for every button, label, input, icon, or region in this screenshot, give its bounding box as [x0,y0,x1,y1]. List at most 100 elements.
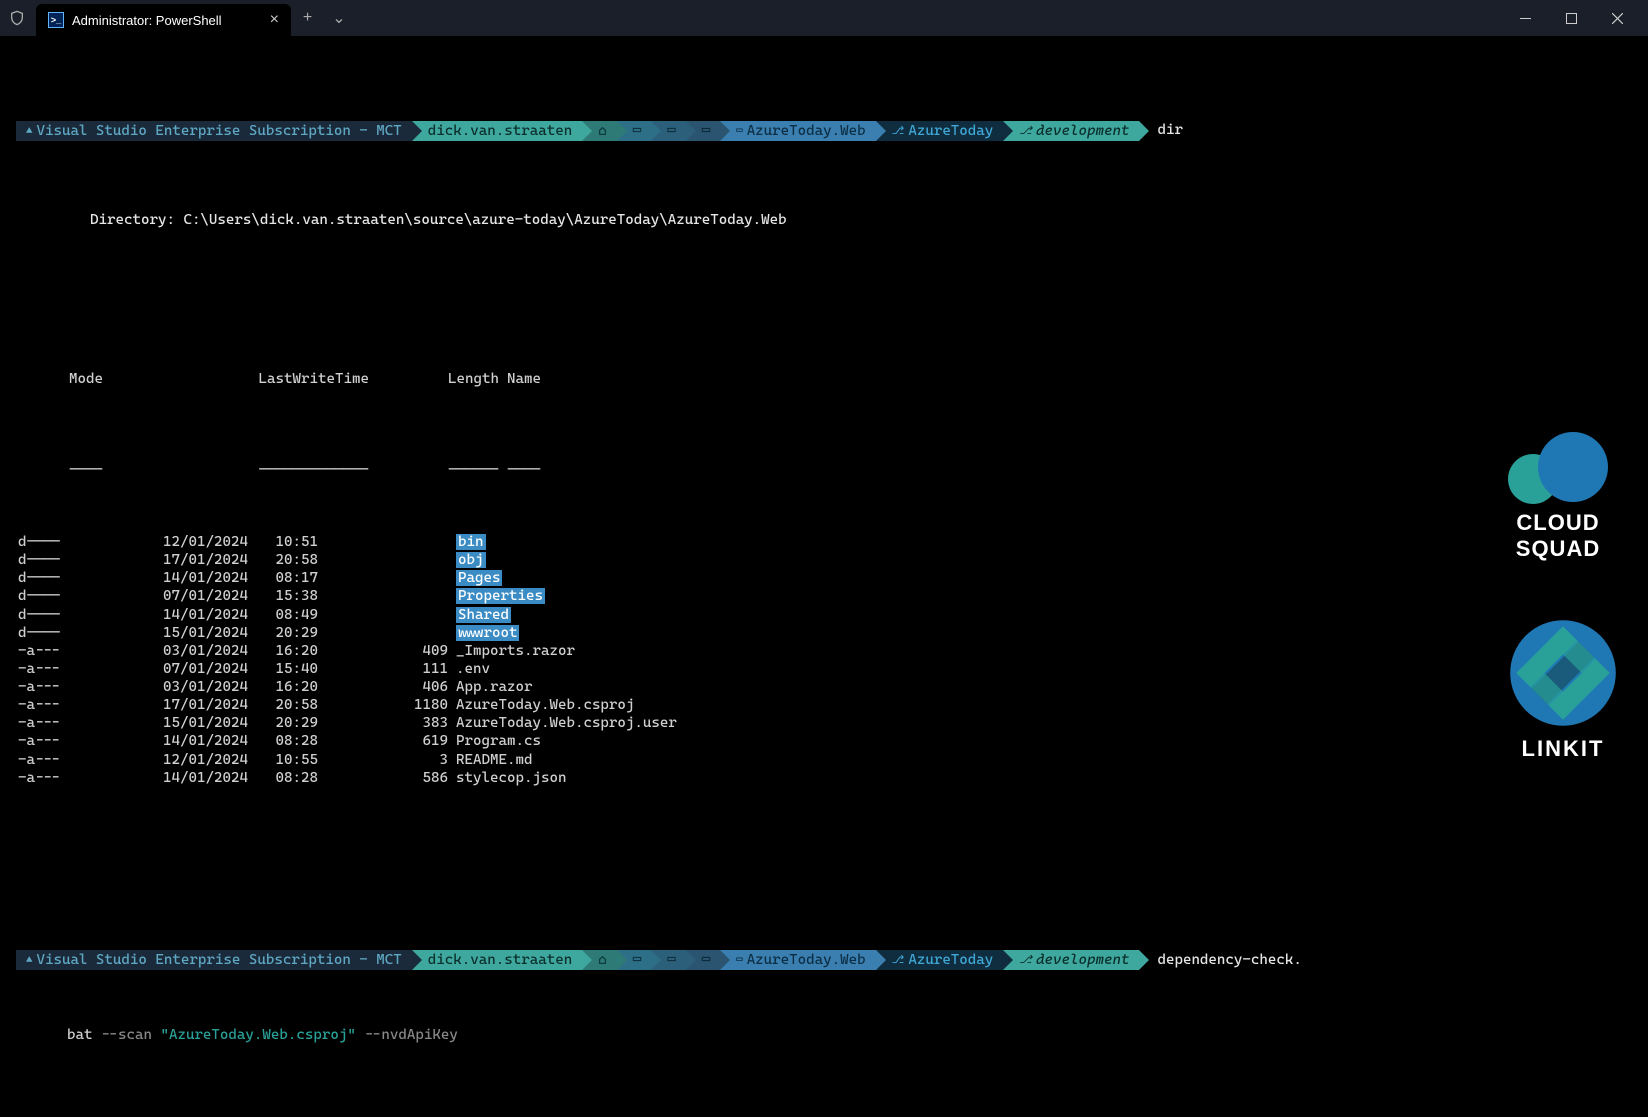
directory-name: wwwroot [456,625,519,641]
minimize-button[interactable] [1502,2,1548,34]
cell-length: 3 [318,751,448,769]
prompt-line-2: ▲Visual Studio Enterprise Subscription -… [16,950,1632,970]
cell-date: 14/01/2024 [138,569,248,587]
header-mode: Mode [69,370,189,388]
cell-mode: -a--- [18,696,138,714]
cell-length: 383 [318,714,448,732]
git-icon: ⎇ [892,121,905,141]
branch-icon: ⎇ [1019,121,1032,141]
table-row: d----17/01/202420:58obj [18,551,1632,569]
cell-mode: d---- [18,551,138,569]
directory-name: bin [456,534,486,550]
table-row: -a---17/01/202420:581180AzureToday.Web.c… [18,696,1632,714]
directory-listing: ModeLastWriteTimeLengthName ------------… [18,316,1632,824]
table-row: -a---15/01/202420:29383AzureToday.Web.cs… [18,714,1632,732]
close-window-button[interactable] [1594,2,1640,34]
cell-length: 619 [318,732,448,750]
segment-repo: ⎇AzureToday [876,121,1004,141]
git-icon: ⎇ [892,950,905,970]
terminal-content[interactable]: ▲Visual Studio Enterprise Subscription -… [0,36,1648,1117]
cell-length: 409 [318,642,448,660]
segment-user: dick.van.straaten [412,950,582,970]
cell-length: 406 [318,678,448,696]
cell-mode: -a--- [18,714,138,732]
cell-mode: -a--- [18,642,138,660]
cell-name: bin [448,533,486,551]
cell-time: 20:58 [248,551,318,569]
cell-name: Program.cs [448,732,541,750]
directory-name: Properties [456,588,545,604]
segment-azure-sub: ▲Visual Studio Enterprise Subscription -… [16,950,412,970]
header-length: Length [369,370,499,388]
table-row: -a---07/01/202415:40111.env [18,660,1632,678]
cell-mode: -a--- [18,751,138,769]
cell-time: 10:55 [248,751,318,769]
azure-icon: ▲ [26,121,32,141]
directory-header: Directory: C:\Users\dick.van.straaten\so… [56,211,1632,229]
cell-length: 586 [318,769,448,787]
cell-time: 08:28 [248,732,318,750]
segment-repo: ⎇AzureToday [876,950,1004,970]
cell-mode: d---- [18,624,138,642]
cell-mode: -a--- [18,678,138,696]
command-input-2-part1: dependency-check. [1139,951,1301,969]
cell-date: 15/01/2024 [138,714,248,732]
cell-name: obj [448,551,486,569]
segment-project: ▭AzureToday.Web [720,950,875,970]
cell-time: 20:29 [248,714,318,732]
tab-title: Administrator: PowerShell [72,13,222,28]
cell-name: App.razor [448,678,532,696]
cell-date: 15/01/2024 [138,624,248,642]
cell-time: 16:20 [248,678,318,696]
cell-mode: -a--- [18,732,138,750]
close-tab-icon[interactable]: × [270,11,279,29]
folder-icon: ▭ [736,121,742,141]
active-tab[interactable]: >_ Administrator: PowerShell × [36,4,291,36]
azure-icon: ▲ [26,950,32,970]
table-row: d----14/01/202408:17Pages [18,569,1632,587]
folder-icon: ▭ [736,950,742,970]
cell-name: Shared [448,606,511,624]
branch-icon: ⎇ [1019,950,1032,970]
maximize-button[interactable] [1548,2,1594,34]
cell-time: 15:38 [248,587,318,605]
cell-date: 12/01/2024 [138,751,248,769]
cell-name: AzureToday.Web.csproj.user [448,714,677,732]
tab-dropdown-icon[interactable]: ⌄ [324,8,353,28]
segment-branch: ⎇development [1003,121,1139,141]
cell-mode: -a--- [18,660,138,678]
cell-time: 16:20 [248,642,318,660]
cell-name: Pages [448,569,502,587]
table-row: -a---03/01/202416:20409_Imports.razor [18,642,1632,660]
cell-name: AzureToday.Web.csproj [448,696,634,714]
cell-name: _Imports.razor [448,642,575,660]
cell-time: 10:51 [248,533,318,551]
table-row: -a---14/01/202408:28619Program.cs [18,732,1632,750]
cell-date: 12/01/2024 [138,533,248,551]
table-row: -a---12/01/202410:553README.md [18,751,1632,769]
linkit-watermark: LINKIT [1508,618,1618,762]
cell-length: 111 [318,660,448,678]
titlebar-left: >_ Administrator: PowerShell × + ⌄ [8,0,354,36]
directory-name: obj [456,552,486,568]
segment-project: ▭AzureToday.Web [720,121,875,141]
cell-date: 17/01/2024 [138,696,248,714]
cell-name: .env [448,660,490,678]
cell-time: 08:17 [248,569,318,587]
table-row: d----15/01/202420:29 wwwroot [18,624,1632,642]
cell-name: README.md [448,751,532,769]
window-controls [1502,2,1640,34]
table-row: -a---14/01/202408:28586stylecop.json [18,769,1632,787]
cell-date: 07/01/2024 [138,587,248,605]
new-tab-button[interactable]: + [295,9,320,27]
powershell-icon: >_ [48,12,64,28]
cell-time: 20:29 [248,624,318,642]
cell-mode: d---- [18,533,138,551]
window-titlebar: >_ Administrator: PowerShell × + ⌄ [0,0,1648,36]
table-row: d----12/01/202410:51 bin [18,533,1632,551]
table-row: d----14/01/202408:49Shared [18,606,1632,624]
cell-date: 14/01/2024 [138,606,248,624]
cell-name: Properties [448,587,545,605]
cell-date: 03/01/2024 [138,678,248,696]
table-row: d----07/01/202415:38Properties [18,587,1632,605]
